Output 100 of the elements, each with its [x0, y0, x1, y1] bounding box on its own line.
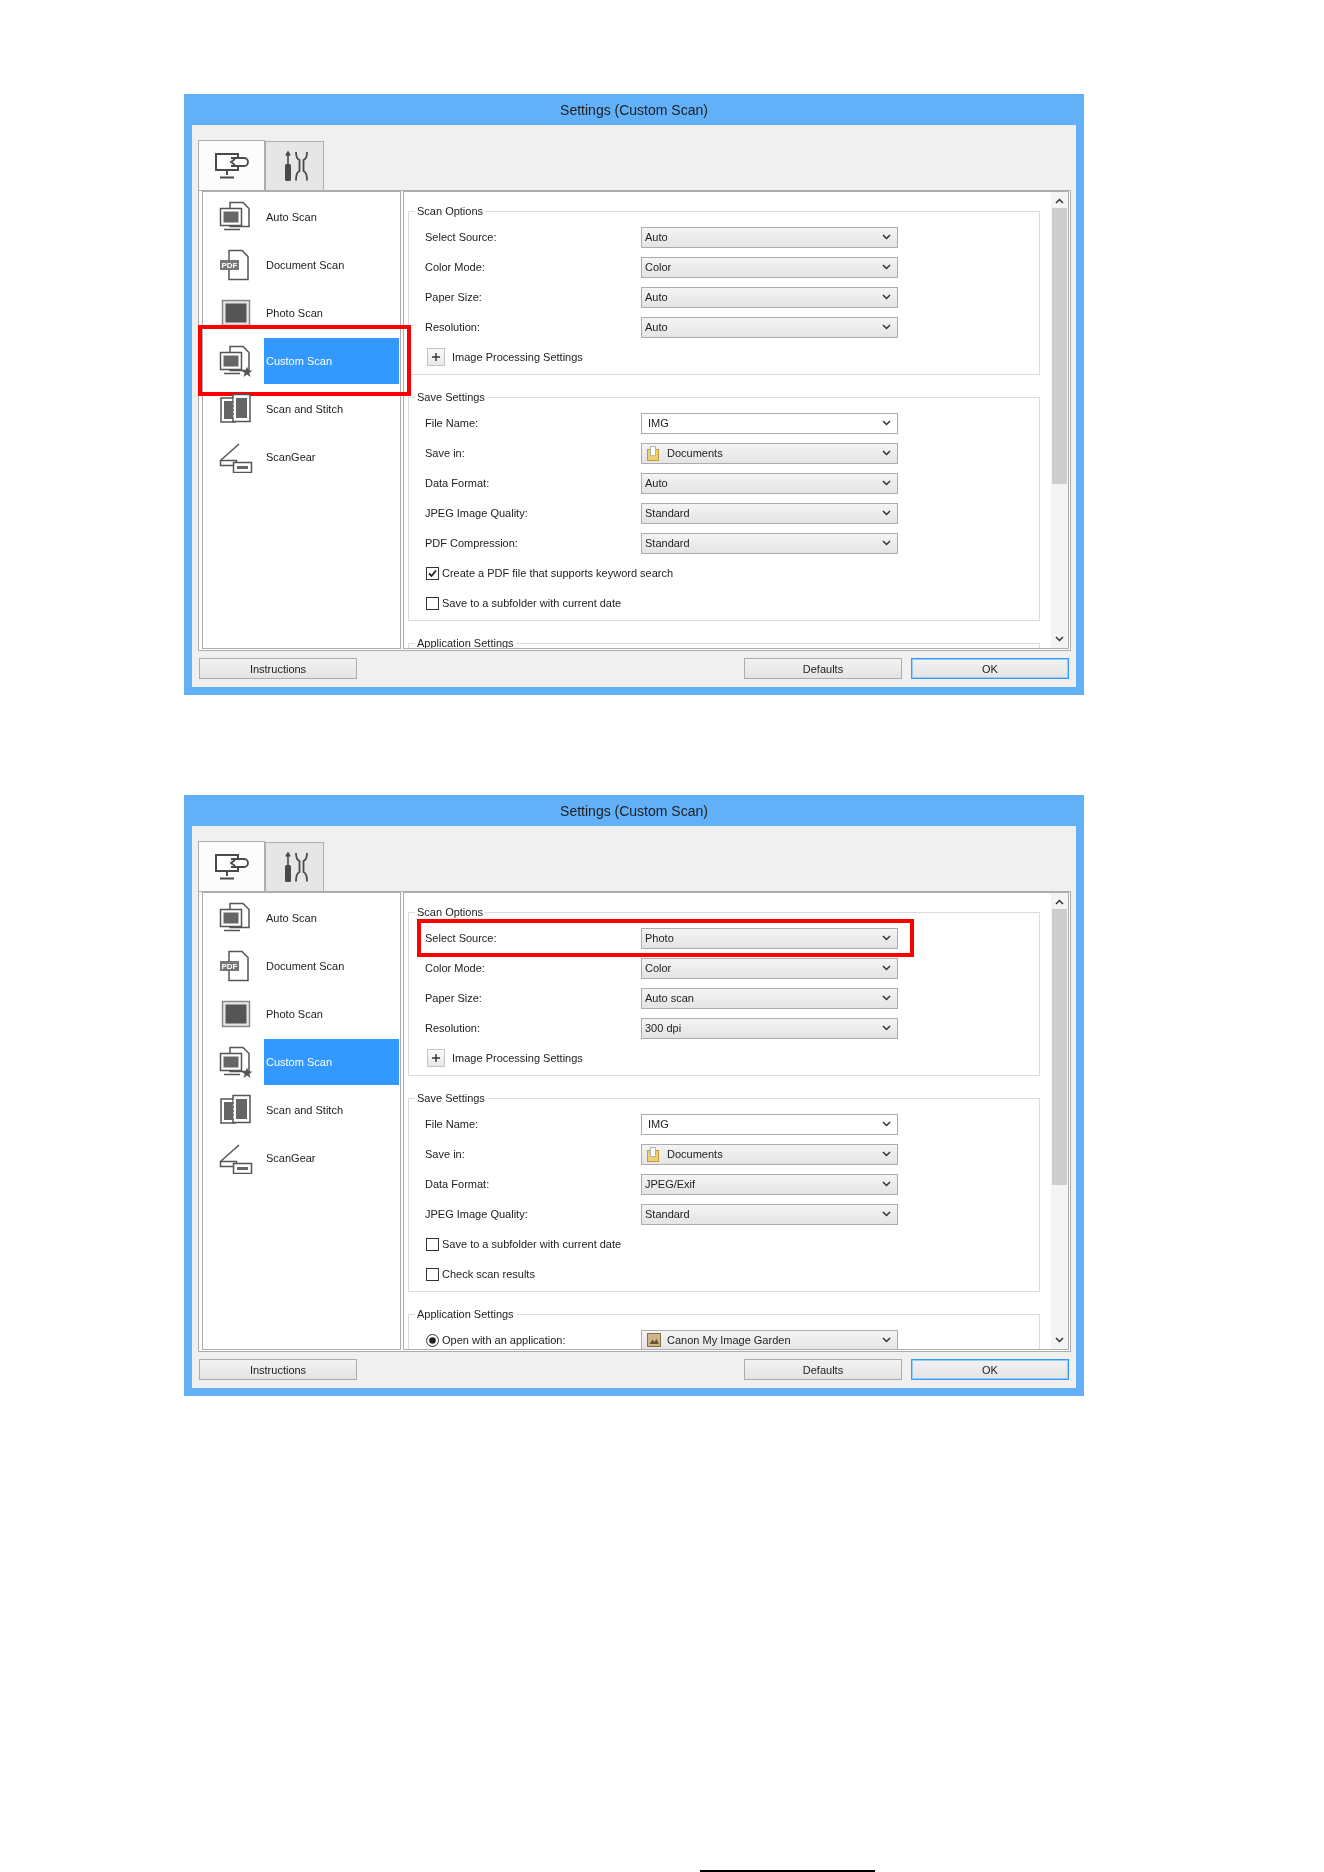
tab[interactable] — [198, 140, 265, 190]
dropdown[interactable]: Auto scan — [641, 987, 898, 1009]
field-label: PDF Compression: — [425, 537, 519, 549]
field-label: File Name: — [425, 417, 480, 429]
dropdown[interactable]: Auto — [641, 286, 898, 308]
group-title: Save Settings — [416, 391, 486, 403]
dialog-button[interactable]: Instructions — [199, 658, 357, 679]
field-label: Color Mode: — [425, 962, 486, 974]
dropdown[interactable]: Auto — [641, 316, 898, 338]
dialog-button[interactable]: Defaults — [744, 658, 902, 679]
dropdown[interactable]: Color — [641, 957, 898, 979]
checkbox[interactable] — [426, 596, 439, 610]
dropdown[interactable]: Auto — [641, 226, 898, 248]
chevron-down-icon — [882, 294, 891, 300]
expand-button[interactable] — [427, 348, 445, 366]
section-label: Image Processing Settings — [452, 1052, 583, 1064]
dropdown[interactable]: Canon My Image Garden — [641, 1329, 898, 1349]
dialog-button[interactable]: OK — [911, 1359, 1069, 1380]
dialog-button[interactable]: Defaults — [744, 1359, 902, 1380]
chevron-down-icon — [882, 1025, 891, 1031]
chevron-down-icon — [882, 264, 891, 270]
combo-box[interactable]: IMG — [641, 1113, 898, 1135]
checkbox[interactable] — [426, 566, 439, 580]
folder-icon — [647, 1146, 659, 1162]
window-title: Settings (Custom Scan) — [560, 802, 708, 819]
sidebar-item[interactable]: ScanGear — [264, 434, 399, 480]
field-label: Resolution: — [425, 1022, 482, 1034]
chevron-down-icon — [882, 1337, 891, 1343]
sidebar-item[interactable]: Photo Scan — [264, 991, 399, 1037]
sidebar-item[interactable]: Photo Scan — [264, 290, 399, 336]
combo-box[interactable]: IMG — [641, 412, 898, 434]
checkbox[interactable] — [426, 1237, 439, 1251]
checkbox-label: Save to a subfolder with current date — [442, 1238, 622, 1250]
dropdown[interactable]: Standard — [641, 502, 898, 524]
dropdown[interactable]: Standard — [641, 1203, 898, 1225]
checkbox-label: Create a PDF file that supports keyword search — [442, 567, 674, 579]
sidebar-item[interactable]: Auto Scan — [264, 194, 399, 240]
chevron-down-icon — [882, 480, 891, 486]
stacked-pages-icon[interactable] — [219, 902, 253, 934]
monitor-arrow-icon — [214, 152, 249, 179]
scroll-down-icon[interactable] — [1055, 636, 1064, 642]
field-label: Paper Size: — [425, 291, 483, 303]
scroll-up-icon[interactable] — [1055, 899, 1064, 905]
dropdown[interactable]: JPEG/Exif — [641, 1173, 898, 1195]
chevron-down-icon — [882, 450, 891, 456]
pages-star-icon[interactable] — [219, 345, 253, 377]
chevron-down-icon — [882, 1181, 891, 1187]
scroll-thumb[interactable] — [1052, 909, 1067, 1185]
dropdown[interactable]: Documents — [641, 1143, 898, 1165]
sidebar-item[interactable]: Document Scan — [264, 943, 399, 989]
tab[interactable] — [265, 141, 324, 190]
field-label: Paper Size: — [425, 992, 483, 1004]
field-label: Save in: — [425, 1148, 466, 1160]
dropdown[interactable]: Standard — [641, 532, 898, 554]
field-label: Select Source: — [425, 231, 498, 243]
picture-app-icon — [647, 1333, 661, 1347]
tab[interactable] — [198, 841, 265, 891]
scanner-icon[interactable] — [219, 441, 253, 473]
expand-button[interactable] — [427, 1049, 445, 1067]
group-title: Scan Options — [416, 205, 485, 217]
sidebar-item[interactable]: Document Scan — [264, 242, 399, 288]
tab[interactable] — [265, 842, 324, 891]
chevron-down-icon — [882, 234, 891, 240]
scroll-down-icon[interactable] — [1055, 1337, 1064, 1343]
sidebar-item[interactable]: ScanGear — [264, 1135, 399, 1181]
chevron-down-icon — [882, 510, 891, 516]
stitched-pages-icon[interactable] — [219, 1094, 253, 1126]
sidebar-item[interactable]: Scan and Stitch — [264, 1087, 399, 1133]
sidebar-item[interactable]: Auto Scan — [264, 895, 399, 941]
field-label: Resolution: — [425, 321, 482, 333]
field-label: Data Format: — [425, 1178, 491, 1190]
dropdown[interactable]: Photo — [641, 927, 898, 949]
stitched-pages-icon[interactable] — [219, 393, 253, 425]
field-label: JPEG Image Quality: — [425, 1208, 529, 1220]
dropdown[interactable]: Documents — [641, 442, 898, 464]
field-label: Save in: — [425, 447, 466, 459]
scroll-thumb[interactable] — [1052, 208, 1067, 484]
field-label: Data Format: — [425, 477, 491, 489]
dropdown[interactable]: Color — [641, 256, 898, 278]
dropdown[interactable]: 300 dpi — [641, 1017, 898, 1039]
plus-icon — [432, 353, 440, 361]
chevron-down-icon — [882, 1211, 891, 1217]
chevron-down-icon — [882, 1151, 891, 1157]
field-label: File Name: — [425, 1118, 480, 1130]
chevron-down-icon — [882, 324, 891, 330]
radio-label: Open with an application: — [442, 1334, 566, 1346]
radio-button[interactable] — [426, 1333, 439, 1347]
dialog-button[interactable]: OK — [911, 658, 1069, 679]
chevron-down-icon — [882, 995, 891, 1001]
scroll-up-icon[interactable] — [1055, 198, 1064, 204]
stacked-pages-icon[interactable] — [219, 201, 253, 233]
dropdown[interactable]: Auto — [641, 472, 898, 494]
group-title: Save Settings — [416, 1092, 486, 1104]
checkbox[interactable] — [426, 1267, 439, 1281]
sidebar-item[interactable]: Scan and Stitch — [264, 386, 399, 432]
pages-star-icon[interactable] — [219, 1046, 253, 1078]
photo-icon[interactable] — [219, 998, 253, 1030]
dialog-button[interactable]: Instructions — [199, 1359, 357, 1380]
scanner-icon[interactable] — [219, 1142, 253, 1174]
group-title: Scan Options — [416, 906, 485, 918]
